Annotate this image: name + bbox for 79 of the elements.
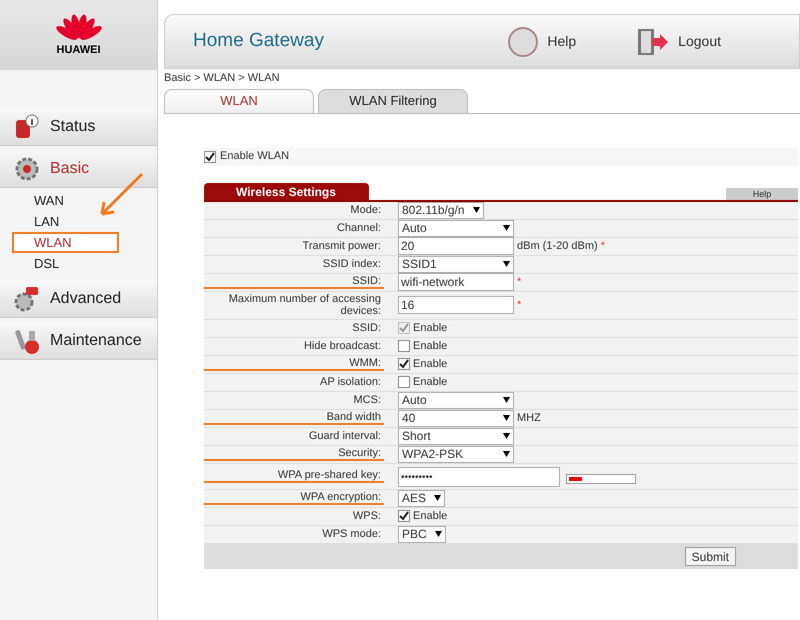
field-label: SSID index:: [322, 258, 382, 270]
submenu-item[interactable]: WAN: [0, 190, 157, 211]
field-label: MCS:: [352, 394, 382, 406]
submit-button[interactable]: Submit: [684, 546, 736, 566]
door-icon: [636, 26, 670, 56]
caret-icon: [434, 531, 442, 537]
submenu-item[interactable]: LAN: [0, 211, 157, 232]
check-icon: [399, 359, 409, 369]
check-icon: [399, 511, 409, 521]
checkbox[interactable]: [204, 150, 216, 162]
check-icon: [399, 323, 409, 333]
breadcrumb: Basic > WLAN > WLAN: [164, 71, 281, 86]
field-label: WPS mode:: [321, 528, 382, 540]
checkbox-label: Enable: [413, 508, 448, 524]
caret-icon: [434, 495, 442, 501]
field-label: Mode:: [349, 204, 382, 216]
tab[interactable]: WLAN Filtering: [318, 88, 468, 112]
caret-icon: [472, 207, 480, 213]
checkbox[interactable]: [398, 340, 410, 352]
sidebar-item[interactable]: Basic: [0, 150, 157, 188]
checkbox-label: Enable: [413, 356, 448, 372]
sidebar-item[interactable]: Status: [0, 108, 157, 146]
field-label: Security:: [204, 447, 384, 461]
checkbox-label: Enable: [413, 320, 448, 336]
field-label: WPS:: [352, 510, 382, 522]
caret-icon: [503, 415, 510, 421]
caret-icon: [503, 261, 510, 267]
dropdown[interactable]: PBC: [398, 526, 446, 542]
tab[interactable]: WLAN: [164, 88, 314, 112]
dropdown[interactable]: WPA2-PSK: [398, 446, 514, 462]
required-mark: *: [517, 274, 522, 290]
caret-icon: [503, 225, 510, 231]
help-button[interactable]: Help: [507, 26, 576, 58]
checkbox-label: Enable: [413, 374, 448, 390]
text-field[interactable]: wifi-network: [398, 273, 514, 291]
field-label: WPA pre-shared key:: [204, 469, 384, 483]
field-label: Maximum number of accessing devices:: [228, 293, 382, 317]
logo-icon: [56, 12, 102, 42]
dropdown[interactable]: Short: [398, 428, 514, 444]
field-label: SSID:: [204, 275, 384, 289]
checkbox[interactable]: [398, 376, 410, 388]
password-field[interactable]: •••••••••: [398, 467, 560, 487]
field-label: Hide broadcast:: [302, 340, 382, 352]
submenu-item[interactable]: WLAN: [12, 232, 119, 253]
checkbox-label: Enable: [413, 338, 448, 354]
sidebar-item[interactable]: Advanced: [0, 280, 157, 318]
logout-button[interactable]: Logout: [636, 26, 721, 56]
logo-text: HUAWEI: [56, 42, 100, 58]
dropdown[interactable]: 40: [398, 410, 514, 426]
field-label: SSID:: [351, 322, 382, 334]
required-mark: *: [517, 298, 522, 313]
dropdown[interactable]: Auto: [398, 220, 514, 236]
submenu-item[interactable]: DSL: [0, 253, 157, 274]
unit-label: MHZ: [517, 410, 541, 426]
caret-icon: [503, 451, 510, 457]
field-label: Guard interval:: [308, 430, 382, 442]
caret-icon: [503, 397, 510, 403]
page-title: Home Gateway: [193, 29, 325, 54]
text-field[interactable]: 20: [398, 237, 514, 255]
dropdown[interactable]: SSID1: [398, 256, 514, 272]
dropdown[interactable]: Auto: [398, 392, 514, 408]
text-field[interactable]: 16: [398, 296, 514, 314]
required-mark: *: [600, 238, 605, 254]
field-label: Channel:: [336, 222, 382, 234]
check-icon: [205, 152, 215, 162]
field-label: Band width: [204, 411, 384, 425]
unit-label: dBm (1-20 dBm): [517, 238, 598, 254]
field-label: WPA encryption:: [204, 491, 384, 505]
dropdown[interactable]: AES: [398, 490, 446, 506]
field-label: Transmit power:: [302, 240, 382, 252]
checkbox[interactable]: [398, 358, 410, 370]
checkbox-label: Enable WLAN: [220, 149, 290, 164]
caret-icon: [503, 433, 510, 439]
checkbox[interactable]: [398, 510, 410, 522]
dropdown[interactable]: 802.11b/g/n: [398, 202, 484, 218]
sidebar-item[interactable]: Maintenance: [0, 322, 157, 360]
help-button[interactable]: Help: [726, 188, 798, 200]
field-label: WMM:: [204, 357, 384, 371]
field-label: AP isolation:: [319, 376, 382, 388]
